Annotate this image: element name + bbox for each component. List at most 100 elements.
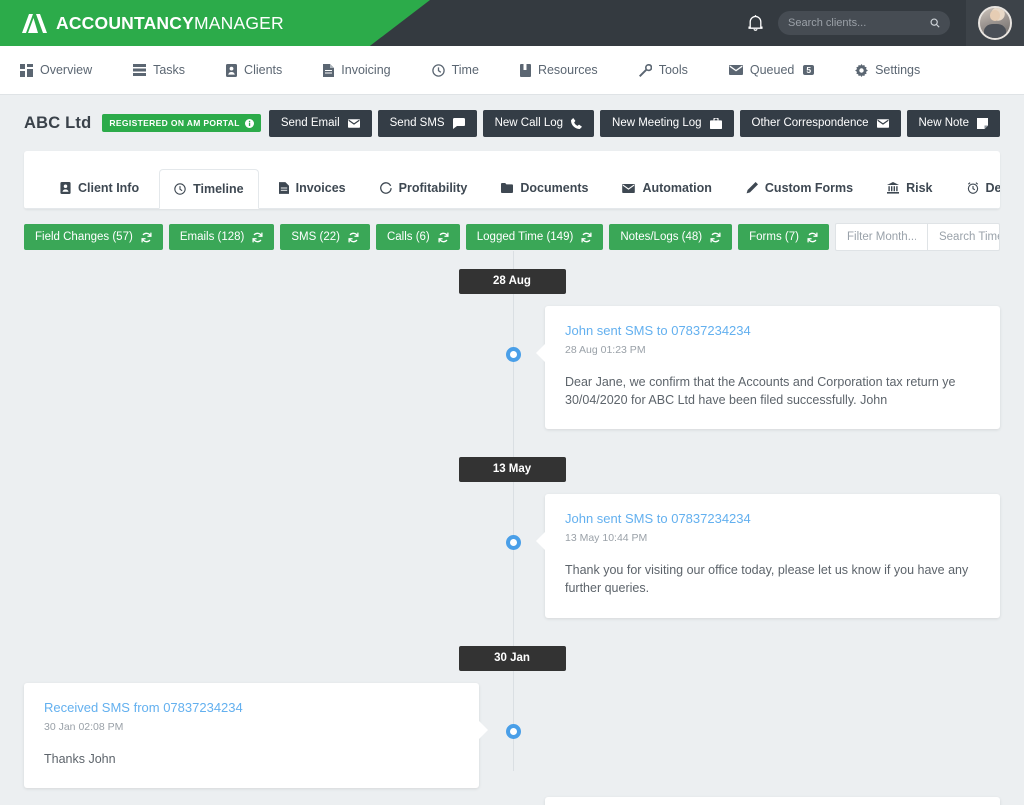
filter-label: Logged Time (149) [476, 231, 574, 243]
document-icon [278, 182, 289, 194]
filter-notes-logs[interactable]: Notes/Logs (48) [609, 224, 733, 250]
filter-field-changes[interactable]: Field Changes (57) [24, 224, 163, 250]
tab-deadlines[interactable]: Deadlines [953, 168, 1000, 208]
filter-label: Forms (7) [749, 231, 799, 243]
envelope-icon [622, 183, 636, 193]
nav-item-invoicing[interactable]: Invoicing [323, 63, 391, 77]
timeline-entry-timestamp: 13 May 10:44 PM [565, 532, 648, 545]
nav-item-queued[interactable]: Queued 5 [728, 63, 815, 77]
note-icon [977, 117, 988, 129]
bank-icon [887, 182, 900, 194]
brand-name-light: MANAGER [193, 12, 284, 33]
timeline-entry-body: Thanks John [44, 751, 116, 766]
send-sms-button[interactable]: Send SMS [377, 109, 477, 137]
timeline-filters: Field Changes (57) Emails (128) SMS (22)… [0, 209, 1024, 251]
tab-label: Automation [642, 181, 712, 195]
other-correspondence-button[interactable]: Other Correspondence [739, 109, 901, 137]
status-badge[interactable]: REGISTERED ON AM PORTAL [102, 114, 261, 132]
refresh-icon [141, 231, 152, 243]
client-actions: Send Email Send SMS New Call Log New Mee… [268, 109, 1000, 137]
tab-label: Documents [520, 181, 589, 195]
nav-item-resources[interactable]: Resources [519, 63, 598, 77]
timeline-card[interactable]: Received SMS from 07837234234 30 Jan 02:… [24, 682, 488, 788]
wrench-icon [638, 63, 652, 77]
filter-logged-time[interactable]: Logged Time (149) [465, 224, 604, 250]
book-icon [519, 63, 531, 77]
tab-risk[interactable]: Risk [873, 168, 946, 208]
filter-label: Calls (6) [386, 231, 430, 243]
queued-count-badge: 5 [803, 64, 815, 76]
filter-emails[interactable]: Emails (128) [168, 224, 275, 250]
timeline-search-group [834, 223, 1000, 251]
tab-label: Client Info [78, 181, 140, 195]
document-icon [323, 63, 335, 77]
top-bar-right [740, 0, 1024, 46]
brand-name-bold: ACCOUNTANCY [56, 12, 194, 33]
pencil-icon [746, 182, 758, 194]
timeline-node[interactable] [506, 723, 521, 739]
nav-item-label: Invoicing [341, 63, 391, 77]
nav-item-label: Overview [40, 63, 93, 77]
timeline-card[interactable]: John sent SMS to 07837234234 13 May 10:4… [536, 494, 1000, 618]
timeline-node[interactable] [506, 535, 521, 551]
send-sms-label: Send SMS [389, 117, 445, 129]
nav-item-settings[interactable]: Settings [855, 63, 920, 77]
timeline-date-marker: 30 Jan [458, 645, 566, 671]
filter-sms[interactable]: SMS (22) [280, 224, 370, 250]
tab-profitability[interactable]: Profitability [366, 168, 482, 208]
nav-item-label: Settings [875, 63, 921, 77]
filter-label: Emails (128) [179, 231, 245, 243]
gear-icon [855, 63, 868, 77]
avatar[interactable] [978, 6, 1012, 40]
tab-label: Timeline [193, 182, 244, 196]
timeline-entry: John sent SMS to 07837234234 28 Aug 01:2… [0, 306, 1024, 430]
new-meeting-log-button[interactable]: New Meeting Log [600, 109, 734, 137]
brand-name: ACCOUNTANCYMANAGER [56, 13, 284, 34]
client-search-input[interactable] [788, 17, 930, 29]
filter-label: Notes/Logs (48) [620, 231, 703, 243]
nav-item-tasks[interactable]: Tasks [133, 63, 185, 77]
search-timeline-input[interactable] [927, 224, 999, 250]
tab-documents[interactable]: Documents [487, 168, 602, 208]
client-search-box[interactable] [778, 11, 950, 35]
main-navigation: Overview Tasks Clients Invoicing Time Re… [0, 46, 1024, 95]
timeline-card[interactable]: John sent SMS to 07837234234 30 Jan 12:1… [545, 796, 1000, 805]
filter-calls[interactable]: Calls (6) [375, 224, 460, 250]
nav-item-clients[interactable]: Clients [226, 63, 282, 77]
brand-logo-area[interactable]: ACCOUNTANCYMANAGER [0, 13, 284, 34]
nav-item-tools[interactable]: Tools [638, 63, 688, 77]
timeline-entry: Received SMS from 07837234234 30 Jan 02:… [0, 682, 1024, 788]
send-email-button[interactable]: Send Email [268, 109, 372, 137]
timeline-entry-title[interactable]: John sent SMS to 07837234234 [565, 323, 980, 338]
filter-forms[interactable]: Forms (7) [738, 224, 829, 250]
refresh-icon [438, 231, 449, 243]
timeline-entry-title[interactable]: John sent SMS to 07837234234 [565, 511, 980, 526]
tab-automation[interactable]: Automation [608, 168, 725, 208]
search-icon[interactable] [930, 17, 940, 29]
tab-client-info[interactable]: Client Info [46, 168, 153, 208]
new-note-button[interactable]: New Note [906, 109, 1000, 137]
timeline-date-marker: 28 Aug [458, 269, 566, 294]
filter-month-input[interactable] [835, 224, 928, 250]
nav-item-time[interactable]: Time [431, 63, 479, 77]
nav-item-overview[interactable]: Overview [20, 63, 92, 77]
notification-bell-icon[interactable] [740, 8, 770, 38]
nav-item-label: Tools [658, 63, 688, 77]
new-call-log-button[interactable]: New Call Log [482, 109, 595, 137]
briefcase-icon [709, 117, 722, 129]
tab-invoices[interactable]: Invoices [265, 168, 360, 208]
phone-icon [571, 117, 583, 129]
timeline-card[interactable]: John sent SMS to 07837234234 28 Aug 01:2… [536, 306, 1000, 430]
info-circle-icon [244, 118, 254, 128]
refresh-icon [710, 231, 721, 243]
timeline-entry-title[interactable]: Received SMS from 07837234234 [44, 700, 459, 715]
nav-item-label: Resources [537, 63, 598, 77]
alarm-clock-icon [967, 182, 978, 194]
timeline-node[interactable] [506, 347, 521, 362]
tab-custom-forms[interactable]: Custom Forms [732, 168, 867, 208]
tab-timeline[interactable]: Timeline [159, 169, 259, 209]
user-menu-button[interactable] [966, 0, 1024, 46]
filter-label: SMS (22) [291, 231, 340, 243]
timeline-feed: 28 Aug John sent SMS to 07837234234 28 A… [0, 251, 1024, 805]
nav-item-label: Queued [749, 63, 795, 77]
